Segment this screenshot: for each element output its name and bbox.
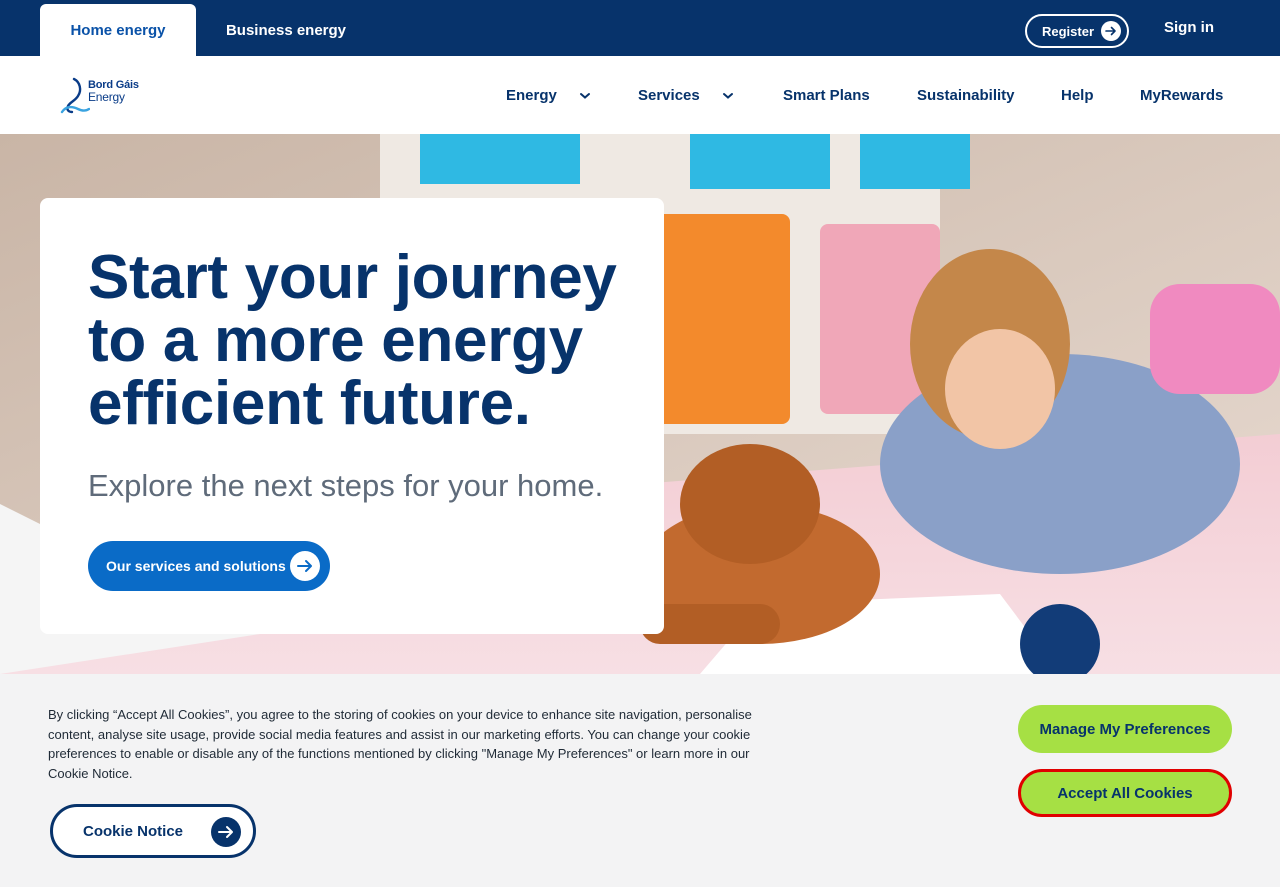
accept-all-cookies-button[interactable]: Accept All Cookies [1018, 769, 1232, 817]
nav-smart-plans[interactable]: Smart Plans [783, 87, 870, 104]
cookie-notice-button[interactable]: Cookie Notice [50, 804, 256, 858]
hero-headline: Start your journey to a more energy effi… [88, 243, 617, 438]
services-solutions-label: Our services and solutions [106, 558, 286, 574]
nav-sustainability[interactable]: Sustainability [917, 87, 1015, 104]
logo-wordmark: Bord Gáis Energy [88, 79, 139, 103]
bord-gais-logo[interactable]: Bord Gáis Energy [60, 76, 150, 116]
nav-services-label: Services [638, 87, 700, 104]
tab-business-energy[interactable]: Business energy [196, 4, 376, 56]
tab-home-energy[interactable]: Home energy [40, 4, 196, 56]
logo-line2: Energy [88, 90, 125, 104]
sign-in-link[interactable]: Sign in [1164, 19, 1214, 36]
hero-subheading: Explore the next steps for your home. [88, 468, 604, 503]
chevron-down-icon [579, 92, 590, 99]
logo-flame-icon [60, 77, 90, 114]
arrow-right-icon [211, 817, 241, 847]
register-button[interactable]: Register [1025, 14, 1129, 48]
register-label: Register [1042, 23, 1095, 39]
chevron-down-icon [722, 92, 733, 99]
services-solutions-button[interactable]: Our services and solutions [88, 541, 330, 591]
nav-energy-label: Energy [506, 87, 557, 104]
utility-bar: Home energy Business energy Register Sig… [0, 0, 1280, 56]
main-nav: Bord Gáis Energy Energy Services Smart P… [0, 56, 1280, 134]
hero-card: Start your journey to a more energy effi… [40, 198, 664, 634]
arrow-right-icon [1101, 21, 1121, 41]
nav-services[interactable]: Services [638, 87, 734, 104]
nav-energy[interactable]: Energy [506, 87, 591, 104]
manage-preferences-button[interactable]: Manage My Preferences [1018, 705, 1232, 753]
cookie-banner: By clicking “Accept All Cookies”, you ag… [0, 674, 1280, 887]
arrow-right-icon [290, 551, 320, 581]
cookie-text: By clicking “Accept All Cookies”, you ag… [48, 707, 752, 781]
nav-help[interactable]: Help [1061, 87, 1094, 104]
hero-section: Start your journey to a more energy effi… [0, 134, 1280, 674]
cookie-notice-label: Cookie Notice [83, 822, 184, 840]
nav-myrewards[interactable]: MyRewards [1140, 87, 1223, 104]
